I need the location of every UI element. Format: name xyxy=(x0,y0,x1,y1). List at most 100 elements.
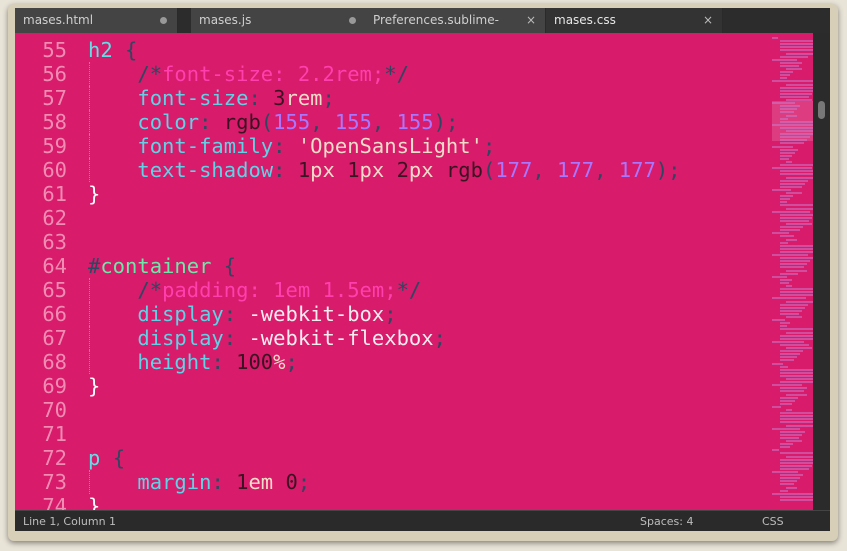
tab-preferences[interactable]: Preferences.sublime-settings× xyxy=(365,8,546,51)
line-number: 69 xyxy=(42,374,67,398)
minimap-line xyxy=(780,173,813,176)
minimap-line xyxy=(780,356,797,359)
minimap-line xyxy=(780,368,813,371)
minimap-line xyxy=(780,446,790,449)
modified-dot-icon[interactable] xyxy=(160,17,167,24)
minimap-line xyxy=(780,365,788,368)
minimap-line xyxy=(780,247,813,250)
cursor-position[interactable]: Line 1, Column 1 xyxy=(23,511,116,532)
minimap-line xyxy=(780,387,807,390)
minimap-line xyxy=(780,418,813,421)
minimap-line xyxy=(780,182,805,185)
line-number: 70 xyxy=(42,398,67,422)
minimap-line xyxy=(780,433,802,436)
token: /* xyxy=(137,62,163,86)
minimap-line xyxy=(772,37,778,39)
indent-guide xyxy=(89,302,90,326)
code-line[interactable]: 62 xyxy=(15,206,755,230)
minimap-line xyxy=(780,250,813,253)
token: : xyxy=(211,470,237,494)
code-line[interactable]: 63 xyxy=(15,230,755,254)
minimap-line xyxy=(786,331,813,334)
minimap-line xyxy=(780,266,804,269)
code-text: /*padding: 1em 1.5em;*/ xyxy=(88,278,421,302)
minimap-line xyxy=(772,471,798,473)
code-line[interactable]: 72 p { xyxy=(15,446,755,470)
minimap-line xyxy=(780,151,795,154)
code-line[interactable]: 61} xyxy=(15,182,755,206)
tab-mases-js[interactable]: mases.js xyxy=(191,8,367,33)
minimap-line xyxy=(780,179,808,182)
token: } xyxy=(88,182,101,206)
code-text: text-shadow: 1px 1px 2px rgb(177, 177, 1… xyxy=(88,158,680,182)
code-text: font-size: 3rem; xyxy=(88,86,335,110)
scrollbar-thumb[interactable] xyxy=(818,101,825,119)
line-number: 67 xyxy=(42,326,67,350)
minimap-line xyxy=(772,102,795,105)
minimap-line xyxy=(772,297,806,300)
indentation-setting[interactable]: Spaces: 4 xyxy=(640,511,693,532)
code-line[interactable]: 74} xyxy=(15,494,755,510)
token: color xyxy=(137,110,200,134)
minimap-line xyxy=(780,337,813,340)
code-text: color: rgb(155, 155, 155); xyxy=(88,110,458,134)
modified-dot-icon[interactable] xyxy=(349,17,356,24)
minimap-line xyxy=(772,449,779,452)
minimap-line xyxy=(780,430,805,433)
token: ; xyxy=(285,350,298,374)
code-line[interactable]: 65 /*padding: 1em 1.5em;*/ xyxy=(15,278,755,302)
code-line[interactable]: 64 #container { xyxy=(15,254,755,278)
token: : xyxy=(199,110,224,134)
code-line[interactable]: 59 font-family: 'OpenSansLight'; xyxy=(15,134,755,158)
minimap-line xyxy=(786,161,792,163)
token: ; xyxy=(384,302,397,326)
minimap-line xyxy=(786,347,812,349)
token: 155 xyxy=(273,110,311,134)
code-line[interactable]: 56 /*font-size: 2.2rem;*/ xyxy=(15,62,755,86)
code-text: p { xyxy=(88,446,125,470)
token: 0 xyxy=(285,470,298,494)
minimap-line xyxy=(780,288,813,291)
code-line[interactable]: 68 height: 100%; xyxy=(15,350,755,374)
syntax-selector[interactable]: CSS xyxy=(762,511,784,532)
code-line[interactable]: 69} xyxy=(15,374,755,398)
code-line[interactable]: 66 display: -webkit-box; xyxy=(15,302,755,326)
token: rgb xyxy=(223,110,261,134)
tab-mases-css[interactable]: mases.css × xyxy=(546,8,723,33)
close-icon[interactable]: × xyxy=(703,8,713,32)
minimap[interactable] xyxy=(755,33,813,510)
tab-mases-html[interactable]: mases.html xyxy=(15,8,178,33)
minimap-line xyxy=(780,43,813,46)
code-line[interactable]: 60 text-shadow: 1px 1px 2px rgb(177, 177… xyxy=(15,158,755,182)
line-number: 59 xyxy=(42,134,67,158)
minimap-line xyxy=(780,157,789,160)
minimap-line xyxy=(780,89,813,92)
code-line[interactable]: 57 font-size: 3rem; xyxy=(15,86,755,110)
line-number: 72 xyxy=(42,446,67,470)
code-line[interactable]: 70 xyxy=(15,398,755,422)
code-editor[interactable]: 74} 73 margin: 1em 0; 72 p {71 70 69} 68 heigh… xyxy=(15,33,813,510)
indent-guide xyxy=(89,326,90,350)
minimap-line xyxy=(772,492,813,495)
minimap-line xyxy=(780,136,810,139)
minimap-line xyxy=(772,123,813,126)
code-line[interactable]: 55 h2 { xyxy=(15,38,755,62)
vertical-scrollbar[interactable] xyxy=(813,33,830,510)
minimap-line xyxy=(780,92,812,95)
token: , xyxy=(532,158,558,182)
code-line[interactable]: 71 xyxy=(15,422,755,446)
code-line[interactable]: 73 margin: 1em 0; xyxy=(15,470,755,494)
line-number: 60 xyxy=(42,158,67,182)
close-icon[interactable]: × xyxy=(526,8,536,32)
code-line[interactable]: 67 display: -webkit-flexbox; xyxy=(15,326,755,350)
line-number: 74 xyxy=(42,494,67,510)
token: ; xyxy=(297,470,311,494)
line-number: 56 xyxy=(42,62,67,86)
code-line[interactable]: 58 color: rgb(155, 155, 155); xyxy=(15,110,755,134)
minimap-line xyxy=(780,55,808,58)
minimap-line xyxy=(786,238,797,241)
line-number: 62 xyxy=(42,206,67,230)
minimap-line xyxy=(780,294,813,297)
